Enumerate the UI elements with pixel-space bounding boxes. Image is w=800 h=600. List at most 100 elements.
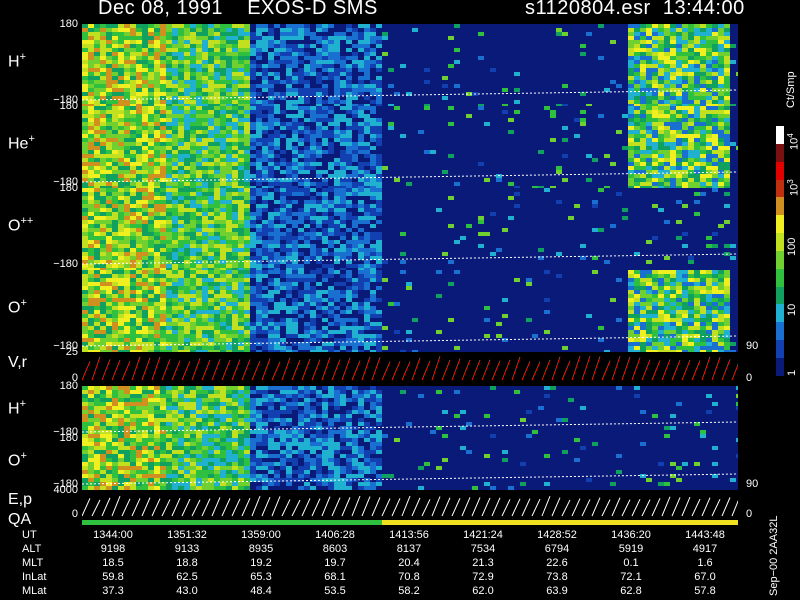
colorbar-swatch: [776, 215, 784, 234]
ephemeris-cell: 1428:52: [537, 529, 577, 541]
colorbar-tick: 100: [786, 237, 798, 256]
rtick-vr: 0: [746, 372, 753, 384]
ephemeris-cell: 70.8: [398, 571, 420, 583]
qa-label: QA: [8, 511, 32, 528]
panel-vr: [82, 352, 738, 384]
panel-label-heplus: He+: [8, 133, 35, 153]
ephemeris-row-label: MLat: [22, 585, 47, 597]
colorbar-swatch: [776, 126, 784, 144]
ephemeris-row-alt: ALT 9198 9133 8935 8603 8137 7534 6794 5919 4917: [0, 542, 742, 556]
trace-ep: [82, 495, 738, 517]
title-mission: EXOS-D SMS: [247, 0, 378, 19]
ytick-top-hplus2: 180: [59, 380, 78, 392]
ytick-top-heplus: 180: [59, 100, 78, 112]
ephemeris-cell: 4917: [692, 543, 718, 555]
side-id: Sep−00 2AA32L: [768, 515, 780, 596]
ephemeris-cell: 62.0: [472, 585, 494, 597]
panel-oplus1: [82, 270, 738, 352]
ephemeris-cell: 1406:28: [315, 529, 355, 541]
ephemeris-cell: 9133: [174, 543, 200, 555]
colorbar-swatch: [776, 233, 784, 251]
ephemeris-cell: 21.3: [472, 557, 494, 569]
ephemeris-cell: 20.4: [398, 557, 420, 569]
ephemeris-cell: 72.9: [472, 571, 494, 583]
ephemeris-cell: 8603: [322, 543, 348, 555]
ephemeris-cell: 1.6: [697, 557, 713, 569]
ephemeris-cell: 19.7: [324, 557, 346, 569]
ephemeris-cell: 43.0: [176, 585, 198, 597]
panel-oplusplus: [82, 188, 738, 270]
ytick-top-oplus2: 180: [59, 432, 78, 444]
title-date: Dec 08, 1991: [98, 0, 223, 19]
rtick-oplus2: 90: [746, 478, 759, 490]
panel-label-vr: V,r: [8, 354, 27, 371]
ephemeris-cell: 68.1: [324, 571, 346, 583]
panel-label-oplus2: O+: [8, 450, 27, 470]
panel-oplus2: [82, 438, 738, 490]
ephemeris-table: UT 1344:00 1351:32 1359:00 1406:28 1413:56 142…: [0, 528, 742, 598]
colorbar-tick: 10: [786, 303, 798, 316]
ephemeris-row-inlat: InLat 59.8 62.5 65.3 68.1 70.8 72.9 73.8 72.1 67.…: [0, 570, 742, 584]
ytick-top-oplusplus: 180: [59, 182, 78, 194]
ephemeris-cell: 65.3: [250, 571, 272, 583]
colorbar-title: Ct/Smp: [785, 71, 797, 108]
panel-ep: [82, 490, 738, 520]
ephemeris-cell: 1436:20: [611, 529, 651, 541]
colorbar-tick: 103: [786, 179, 800, 196]
colorbar-swatch: [776, 161, 784, 180]
colorbar-swatch: [776, 304, 784, 323]
ephemeris-cell: 62.5: [176, 571, 198, 583]
colorbar-tick: 1: [786, 369, 798, 376]
colorbar-swatch: [776, 143, 784, 162]
colorbar-swatch: [776, 268, 784, 287]
ephemeris-cell: 72.1: [620, 571, 642, 583]
title-time: 13:44:00: [662, 0, 745, 19]
panel-hplus2: [82, 386, 738, 438]
panel-hplus1: [82, 24, 738, 106]
ephemeris-cell: 0.1: [623, 557, 639, 569]
qa-bar: [82, 520, 738, 525]
ephemeris-cell: 1421:24: [463, 529, 503, 541]
ephemeris-cell: 37.3: [102, 585, 124, 597]
ephemeris-cell: 53.5: [324, 585, 346, 597]
ephemeris-cell: 1413:56: [389, 529, 429, 541]
ephemeris-row-label: ALT: [22, 543, 42, 555]
ephemeris-cell: 1351:32: [167, 529, 207, 541]
colorbar: [776, 126, 784, 376]
panel-label-oplus1: O+: [8, 297, 27, 317]
ephemeris-row-label: MLT: [22, 557, 44, 569]
ephemeris-cell: 62.8: [620, 585, 642, 597]
ephemeris-cell: 1443:48: [685, 529, 725, 541]
ephemeris-row-label: UT: [22, 529, 37, 541]
ytick-top-vr: 25: [65, 346, 78, 358]
panel-label-hplus1: H+: [8, 51, 26, 71]
rtick-ep: 0: [746, 508, 753, 520]
ephemeris-cell: 58.2: [398, 585, 420, 597]
ephemeris-cell: 8137: [396, 543, 422, 555]
ephemeris-cell: 57.8: [694, 585, 716, 597]
panel-label-ep: E,p: [8, 491, 33, 508]
ytick-bottom-oplusplus: −180: [53, 258, 78, 270]
ytick-top-ep: 4000: [53, 484, 78, 496]
ytick-bottom-ep: 0: [71, 508, 78, 520]
ephemeris-cell: 18.5: [102, 557, 124, 569]
colorbar-swatch: [776, 357, 784, 376]
ephemeris-row-label: InLat: [22, 571, 47, 583]
ephemeris-cell: 67.0: [694, 571, 716, 583]
ephemeris-row-mlt: MLT 18.5 18.8 19.2 19.7 20.4 21.3 22.6 0.1 1.6: [0, 556, 742, 570]
ephemeris-cell: 7534: [470, 543, 496, 555]
panel-label-hplus2: H+: [8, 398, 26, 418]
ytick-top-hplus1: 180: [59, 18, 78, 30]
ephemeris-row-ut: UT 1344:00 1351:32 1359:00 1406:28 1413:56 142…: [0, 528, 742, 542]
panel-heplus: [82, 106, 738, 188]
rtick-oplus1: 90: [746, 340, 759, 352]
title-file: s1120804.esr: [525, 0, 651, 19]
colorbar-swatch: [776, 322, 784, 341]
ephemeris-cell: 59.8: [102, 571, 124, 583]
ephemeris-cell: 9198: [100, 543, 126, 555]
ephemeris-cell: 5919: [618, 543, 644, 555]
ephemeris-cell: 8935: [248, 543, 274, 555]
ephemeris-cell: 63.9: [546, 585, 568, 597]
title-left: Dec 08, 1991 EXOS-D SMS: [98, 0, 378, 20]
ephemeris-cell: 22.6: [546, 557, 568, 569]
